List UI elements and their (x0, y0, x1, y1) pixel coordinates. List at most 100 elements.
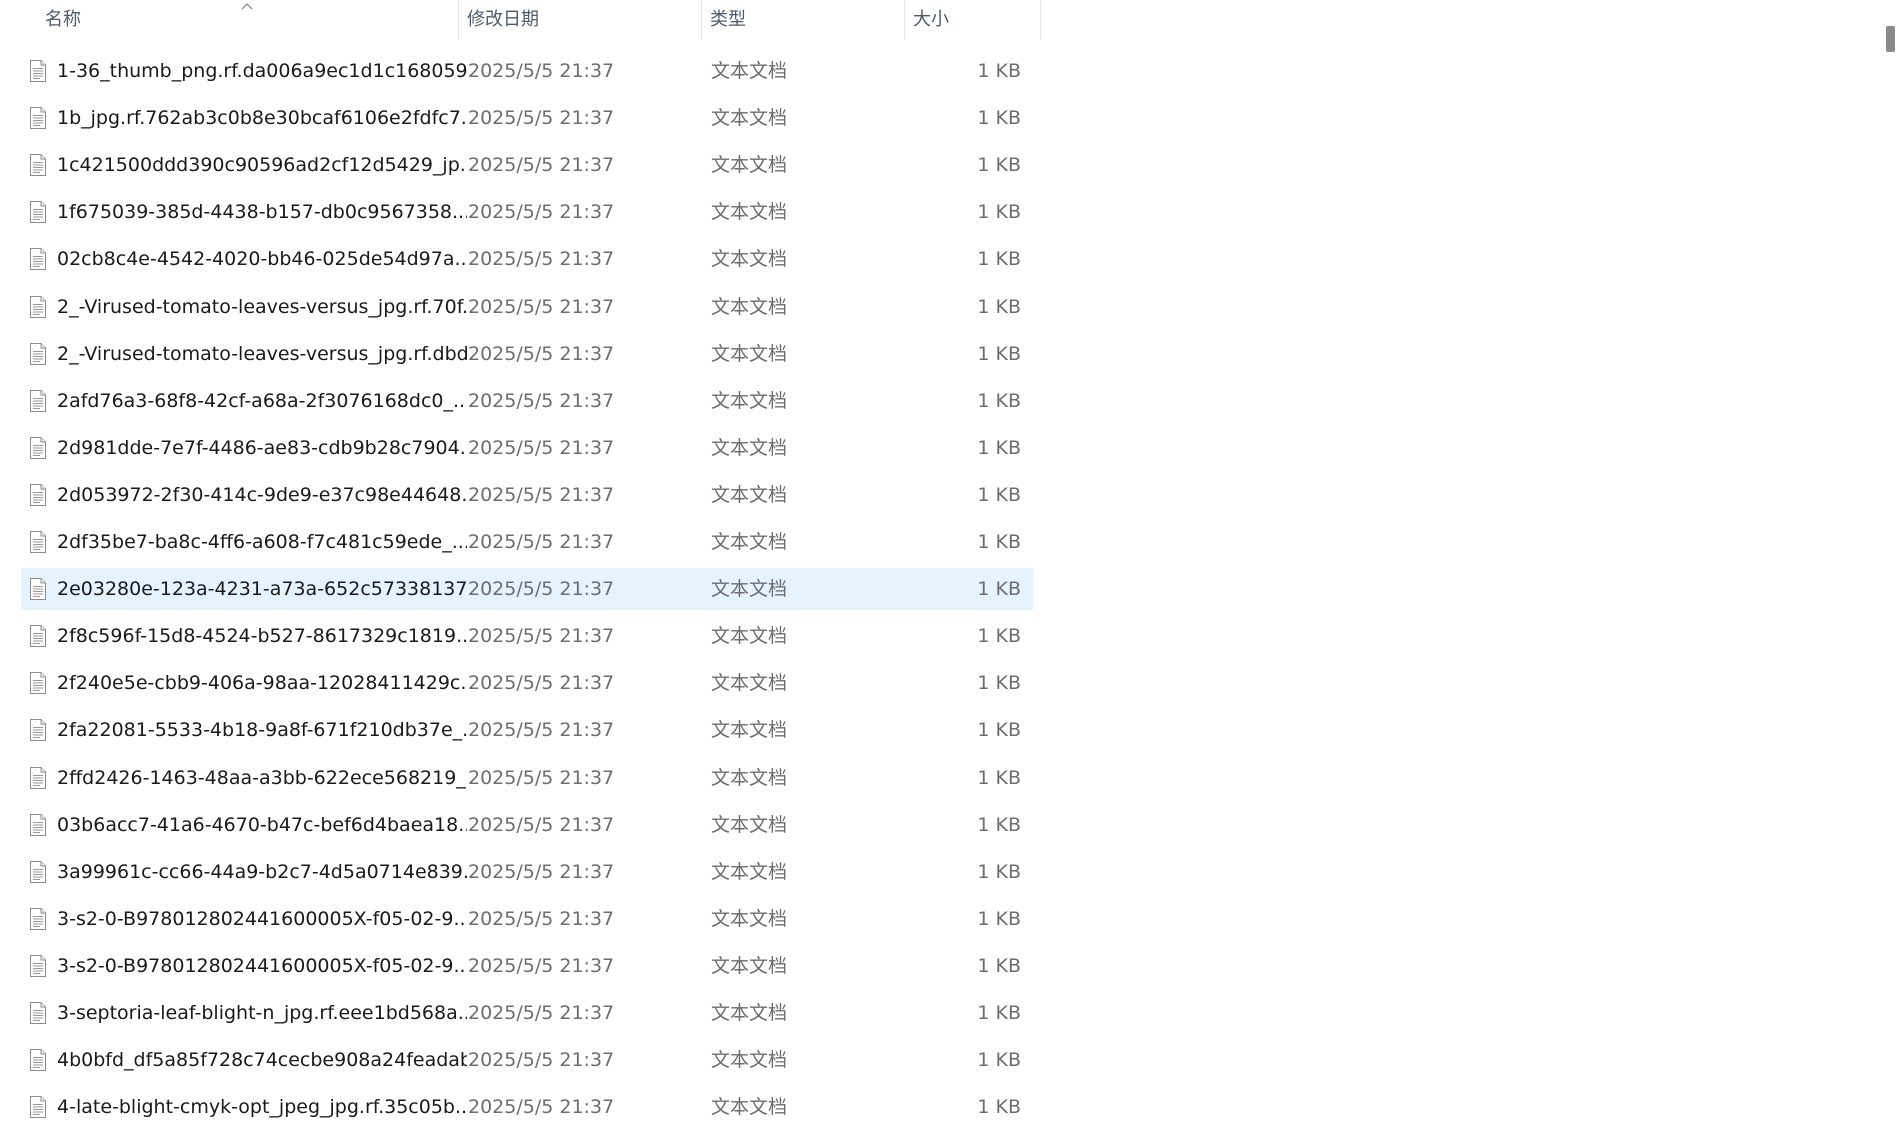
file-size: 1 KB (977, 531, 1021, 553)
file-row[interactable]: 1f675039-385d-4438-b157-db0c9567358... 20… (21, 191, 1033, 233)
file-type: 文本文档 (711, 578, 788, 600)
file-date-modified: 2025/5/5 21:37 (468, 201, 615, 223)
file-size: 1 KB (977, 672, 1021, 694)
text-document-icon (29, 814, 47, 836)
file-date-modified: 2025/5/5 21:37 (468, 908, 615, 930)
file-size: 1 KB (977, 861, 1021, 883)
text-document-icon (29, 154, 47, 176)
file-row[interactable]: 2afd76a3-68f8-42cf-a68a-2f3076168dc0_...… (21, 380, 1033, 422)
text-document-icon (29, 1002, 47, 1024)
text-document-icon (29, 531, 47, 553)
file-row[interactable]: 4-late-blight-cmyk-opt_jpeg_jpg.rf.35c05… (21, 1086, 1033, 1128)
file-name: 2f8c596f-15d8-4524-b527-8617329c1819... (57, 625, 467, 647)
file-date-modified: 2025/5/5 21:37 (468, 672, 615, 694)
file-row[interactable]: 2d053972-2f30-414c-9de9-e37c98e44648... 2… (21, 474, 1033, 516)
text-document-icon (29, 201, 47, 223)
file-type: 文本文档 (711, 719, 788, 741)
file-row[interactable]: 4b0bfd_df5a85f728c74cecbe908a24feadab...… (21, 1039, 1033, 1081)
file-type: 文本文档 (711, 625, 788, 647)
file-size: 1 KB (977, 1049, 1021, 1071)
file-row[interactable]: 2fa22081-5533-4b18-9a8f-671f210db37e_...… (21, 709, 1033, 751)
file-row[interactable]: 03b6acc7-41a6-4670-b47c-bef6d4baea18... 2… (21, 804, 1033, 846)
file-size: 1 KB (977, 484, 1021, 506)
file-name: 2e03280e-123a-4231-a73a-652c57338137... (57, 578, 467, 600)
file-row[interactable]: 2f8c596f-15d8-4524-b527-8617329c1819... 2… (21, 615, 1033, 657)
file-date-modified: 2025/5/5 21:37 (468, 1049, 615, 1071)
file-row[interactable]: 2ffd2426-1463-48aa-a3bb-622ece568219_...… (21, 757, 1033, 799)
file-name: 2fa22081-5533-4b18-9a8f-671f210db37e_... (57, 719, 467, 741)
file-row[interactable]: 2f240e5e-cbb9-406a-98aa-12028411429c... 2… (21, 662, 1033, 704)
file-date-modified: 2025/5/5 21:37 (468, 390, 615, 412)
text-document-icon (29, 343, 47, 365)
file-type: 文本文档 (711, 531, 788, 553)
scrollbar-thumb[interactable] (1886, 26, 1895, 52)
column-divider[interactable] (1040, 0, 1041, 40)
file-name: 03b6acc7-41a6-4670-b47c-bef6d4baea18... (57, 814, 467, 836)
file-name: 1c421500ddd390c90596ad2cf12d5429_jp... (57, 154, 467, 176)
text-document-icon (29, 719, 47, 741)
text-document-icon (29, 390, 47, 412)
file-size: 1 KB (977, 908, 1021, 930)
file-type: 文本文档 (711, 484, 788, 506)
text-document-icon (29, 625, 47, 647)
file-type: 文本文档 (711, 248, 788, 270)
file-type: 文本文档 (711, 390, 788, 412)
file-date-modified: 2025/5/5 21:37 (468, 861, 615, 883)
text-document-icon (29, 767, 47, 789)
file-row[interactable]: 2_-Virused-tomato-leaves-versus_jpg.rf.d… (21, 333, 1033, 375)
text-document-icon (29, 1049, 47, 1071)
file-name: 3-septoria-leaf-blight-n_jpg.rf.eee1bd56… (57, 1002, 467, 1024)
file-name: 3-s2-0-B978012802441600005X-f05-02-9... (57, 955, 467, 977)
file-row[interactable]: 2_-Virused-tomato-leaves-versus_jpg.rf.7… (21, 286, 1033, 328)
file-name: 2df35be7-ba8c-4ff6-a608-f7c481c59ede_... (57, 531, 467, 553)
file-type: 文本文档 (711, 60, 788, 82)
file-name: 1f675039-385d-4438-b157-db0c9567358... (57, 201, 467, 223)
file-row[interactable]: 3-septoria-leaf-blight-n_jpg.rf.eee1bd56… (21, 992, 1033, 1034)
file-name: 3a99961c-cc66-44a9-b2c7-4d5a0714e839... (57, 861, 467, 883)
file-size: 1 KB (977, 296, 1021, 318)
file-date-modified: 2025/5/5 21:37 (468, 154, 615, 176)
file-date-modified: 2025/5/5 21:37 (468, 625, 615, 647)
file-type: 文本文档 (711, 154, 788, 176)
file-type: 文本文档 (711, 908, 788, 930)
file-row[interactable]: 2df35be7-ba8c-4ff6-a608-f7c481c59ede_...… (21, 521, 1033, 563)
file-row[interactable]: 3-s2-0-B978012802441600005X-f05-02-9... 2… (21, 898, 1033, 940)
text-document-icon (29, 578, 47, 600)
file-size: 1 KB (977, 767, 1021, 789)
file-name: 3-s2-0-B978012802441600005X-f05-02-9... (57, 908, 467, 930)
file-date-modified: 2025/5/5 21:37 (468, 719, 615, 741)
file-row[interactable]: 2e03280e-123a-4231-a73a-652c57338137... 2… (21, 568, 1033, 610)
column-header-date-modified[interactable]: 修改日期 (458, 0, 701, 40)
file-type: 文本文档 (711, 1002, 788, 1024)
column-header-type[interactable]: 类型 (701, 0, 904, 40)
file-size: 1 KB (977, 107, 1021, 129)
text-document-icon (29, 296, 47, 318)
file-row[interactable]: 02cb8c4e-4542-4020-bb46-025de54d97a... 20… (21, 238, 1033, 280)
file-row[interactable]: 3a99961c-cc66-44a9-b2c7-4d5a0714e839... 2… (21, 851, 1033, 893)
file-date-modified: 2025/5/5 21:37 (468, 484, 615, 506)
text-document-icon (29, 908, 47, 930)
file-name: 1b_jpg.rf.762ab3c0b8e30bcaf6106e2fdfc7..… (57, 107, 467, 129)
column-header-size[interactable]: 大小 (904, 0, 1040, 40)
file-size: 1 KB (977, 1096, 1021, 1118)
column-header-name[interactable]: 名称 (36, 0, 458, 40)
file-name: 4b0bfd_df5a85f728c74cecbe908a24feadab... (57, 1049, 467, 1071)
file-row[interactable]: 1b_jpg.rf.762ab3c0b8e30bcaf6106e2fdfc7..… (21, 97, 1033, 139)
file-name: 2d981dde-7e7f-4486-ae83-cdb9b28c7904... (57, 437, 467, 459)
file-date-modified: 2025/5/5 21:37 (468, 248, 615, 270)
text-document-icon (29, 672, 47, 694)
file-explorer-details-view: 名称 修改日期 类型 大小 1-36_thumb_png.rf.da006a9e… (0, 0, 1904, 1128)
vertical-scrollbar[interactable] (1874, 0, 1904, 1128)
file-row[interactable]: 1-36_thumb_png.rf.da006a9ec1d1c168059...… (21, 50, 1033, 92)
file-type: 文本文档 (711, 296, 788, 318)
file-type: 文本文档 (711, 955, 788, 977)
file-size: 1 KB (977, 154, 1021, 176)
file-row[interactable]: 2d981dde-7e7f-4486-ae83-cdb9b28c7904... 2… (21, 427, 1033, 469)
file-name: 02cb8c4e-4542-4020-bb46-025de54d97a... (57, 248, 467, 270)
file-size: 1 KB (977, 390, 1021, 412)
file-row[interactable]: 1c421500ddd390c90596ad2cf12d5429_jp... 20… (21, 144, 1033, 186)
file-name: 2f240e5e-cbb9-406a-98aa-12028411429c... (57, 672, 467, 694)
file-size: 1 KB (977, 814, 1021, 836)
file-row[interactable]: 3-s2-0-B978012802441600005X-f05-02-9... 2… (21, 945, 1033, 987)
file-type: 文本文档 (711, 343, 788, 365)
